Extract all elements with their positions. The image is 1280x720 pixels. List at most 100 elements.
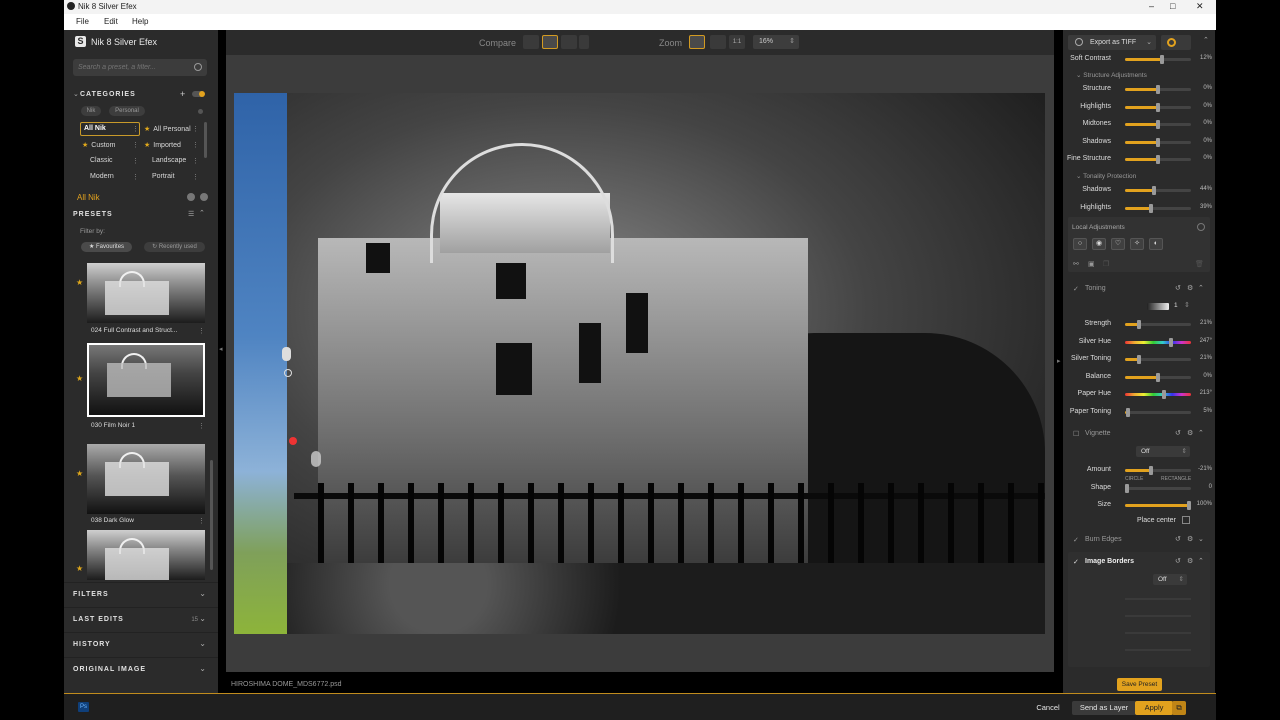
place-center-button[interactable] bbox=[1182, 516, 1190, 524]
more-icon[interactable]: ⋮ bbox=[198, 327, 205, 335]
toning-swatch[interactable] bbox=[1147, 303, 1169, 310]
preset-thumbnail[interactable] bbox=[87, 444, 205, 514]
slider-knob[interactable] bbox=[1148, 203, 1153, 213]
compare-original-icon[interactable] bbox=[561, 35, 577, 49]
slider-knob[interactable] bbox=[1156, 102, 1160, 112]
link-icon[interactable]: ⚯ bbox=[1073, 260, 1079, 268]
compare-split-icon[interactable] bbox=[523, 35, 539, 49]
original-image-section[interactable]: ORIGINAL IMAGE ⌄ bbox=[64, 657, 218, 681]
zoom-level-select[interactable]: 16% ⇕ bbox=[753, 35, 799, 49]
preset-thumbnail[interactable] bbox=[87, 530, 205, 580]
menu-file[interactable]: File bbox=[76, 17, 89, 26]
chevron-down-icon[interactable] bbox=[579, 35, 589, 49]
zoom-1to1-button[interactable]: 1:1 bbox=[729, 35, 745, 49]
favourite-star-icon[interactable]: ★ bbox=[76, 469, 83, 478]
tonality-protection-header[interactable]: ⌄ Tonality Protection bbox=[1076, 172, 1136, 180]
menu-edit[interactable]: Edit bbox=[104, 17, 118, 26]
reset-icon[interactable]: ↺ bbox=[1175, 284, 1181, 292]
gear-icon[interactable]: ⚙ bbox=[1187, 429, 1193, 437]
more-icon[interactable]: ⋮ bbox=[192, 173, 199, 181]
presets-scrollbar[interactable] bbox=[210, 460, 213, 570]
slider-track[interactable] bbox=[1125, 372, 1191, 382]
slider-track[interactable] bbox=[1125, 186, 1191, 195]
minimize-button[interactable]: – bbox=[1149, 1, 1154, 11]
slider-track[interactable] bbox=[1125, 501, 1191, 510]
last-edits-section[interactable]: LAST EDITS 15 ⌄ bbox=[64, 607, 218, 631]
image-canvas[interactable] bbox=[226, 55, 1054, 672]
view-mode-button[interactable] bbox=[1161, 35, 1191, 50]
history-section[interactable]: HISTORY ⌄ bbox=[64, 632, 218, 656]
vignette-mode-select[interactable]: Off ⇕ bbox=[1136, 446, 1190, 457]
close-button[interactable]: ✕ bbox=[1196, 1, 1204, 12]
categories-scrollbar[interactable] bbox=[204, 122, 207, 158]
slider-track[interactable] bbox=[1125, 355, 1191, 364]
toning-header[interactable]: Toning bbox=[1085, 285, 1106, 292]
slider-knob[interactable] bbox=[1125, 484, 1129, 493]
slider-knob[interactable] bbox=[1152, 186, 1157, 195]
slider-toning-0[interactable]: Strength 21% bbox=[1063, 316, 1215, 333]
brush-tool-icon[interactable]: ◉ bbox=[1092, 238, 1106, 250]
collapse-left-icon[interactable]: ◂ bbox=[219, 345, 223, 353]
vignette-header[interactable]: Vignette bbox=[1085, 430, 1111, 437]
image-borders-mode-select[interactable]: Off ⇕ bbox=[1153, 574, 1187, 585]
cancel-button[interactable]: Cancel bbox=[1030, 701, 1066, 715]
luminosity-tool-icon[interactable]: ◐ bbox=[1149, 238, 1163, 250]
slider-track[interactable] bbox=[1125, 120, 1191, 129]
slider-track[interactable] bbox=[1125, 466, 1191, 475]
more-icon[interactable]: ⋮ bbox=[132, 157, 139, 165]
slider-knob[interactable] bbox=[1168, 337, 1173, 347]
slider-toning-3[interactable]: Balance 0% bbox=[1063, 369, 1215, 386]
gear-icon[interactable]: ⚙ bbox=[1187, 535, 1193, 543]
slider-structure-0[interactable]: Structure 0% bbox=[1063, 81, 1215, 98]
more-icon[interactable]: ⋮ bbox=[198, 517, 205, 525]
reset-icon[interactable]: ↺ bbox=[1175, 535, 1181, 543]
reset-icon[interactable]: ↺ bbox=[1175, 429, 1181, 437]
save-preset-button[interactable]: Save Preset bbox=[1117, 678, 1162, 691]
burn-edges-header[interactable]: Burn Edges bbox=[1085, 536, 1122, 543]
collapse-right-icon[interactable]: ▸ bbox=[1057, 357, 1061, 365]
preset-thumbnail-selected[interactable] bbox=[87, 343, 205, 417]
gear-icon[interactable]: ⚙ bbox=[1187, 284, 1193, 292]
remove-preset-icon[interactable] bbox=[200, 193, 208, 201]
image-borders-checkbox[interactable]: ✓ bbox=[1073, 558, 1079, 566]
preview-image[interactable] bbox=[234, 93, 1045, 634]
slider-knob[interactable] bbox=[1136, 320, 1141, 329]
category-tab-personal[interactable]: Personal bbox=[109, 106, 145, 116]
slider-track[interactable] bbox=[1125, 320, 1191, 329]
collapse-icon[interactable]: ⌃ bbox=[1203, 36, 1209, 44]
presets-header[interactable]: PRESETS bbox=[73, 211, 113, 218]
polygon-tool-icon[interactable]: ✧ bbox=[1130, 238, 1144, 250]
control-point-icon[interactable] bbox=[289, 437, 297, 445]
copy-icon[interactable]: ❐ bbox=[1103, 260, 1109, 268]
more-icon[interactable]: ⋮ bbox=[198, 422, 205, 430]
slider-track[interactable] bbox=[1125, 203, 1191, 213]
slider-vignette-size[interactable]: Size 100% bbox=[1063, 497, 1215, 514]
help-icon[interactable] bbox=[1197, 223, 1205, 231]
slider-track[interactable] bbox=[1125, 337, 1191, 347]
categories-header[interactable]: CATEGORIES bbox=[80, 91, 136, 98]
toning-checkbox[interactable]: ✓ bbox=[1073, 285, 1079, 293]
category-tab-nik[interactable]: Nik bbox=[81, 106, 101, 116]
burn-edges-checkbox[interactable]: ✓ bbox=[1073, 536, 1079, 544]
slider-track[interactable] bbox=[1125, 390, 1191, 399]
chevron-up-icon[interactable]: ⌃ bbox=[1198, 429, 1204, 437]
category-landscape[interactable]: Landscape bbox=[152, 157, 186, 164]
category-classic[interactable]: Classic bbox=[90, 157, 113, 164]
chevron-up-icon[interactable]: ⌃ bbox=[1198, 557, 1204, 565]
apply-button[interactable]: Apply bbox=[1135, 701, 1173, 715]
split-handle-dot-icon[interactable] bbox=[284, 369, 292, 377]
slider-vignette-shape[interactable]: Shape 0 bbox=[1063, 480, 1215, 497]
more-icon[interactable]: ⋮ bbox=[192, 157, 199, 165]
chevron-down-icon[interactable]: ⌄ bbox=[1198, 535, 1204, 543]
chevron-down-icon[interactable]: ⌄ bbox=[73, 90, 79, 98]
filter-favourites-button[interactable]: ★ Favourites bbox=[81, 242, 132, 252]
slider-knob[interactable] bbox=[1161, 390, 1166, 399]
gear-icon[interactable]: ⚙ bbox=[1187, 557, 1193, 565]
reset-icon[interactable]: ↺ bbox=[1175, 557, 1181, 565]
slider-toning-4[interactable]: Paper Hue 213° bbox=[1063, 386, 1215, 403]
slider-track[interactable] bbox=[1125, 155, 1191, 164]
slider-soft-contrast[interactable]: Soft Contrast 12% bbox=[1063, 51, 1215, 68]
category-modern[interactable]: Modern bbox=[90, 173, 114, 180]
more-icon[interactable]: ⋮ bbox=[192, 125, 199, 133]
slider-knob[interactable] bbox=[1156, 85, 1160, 94]
